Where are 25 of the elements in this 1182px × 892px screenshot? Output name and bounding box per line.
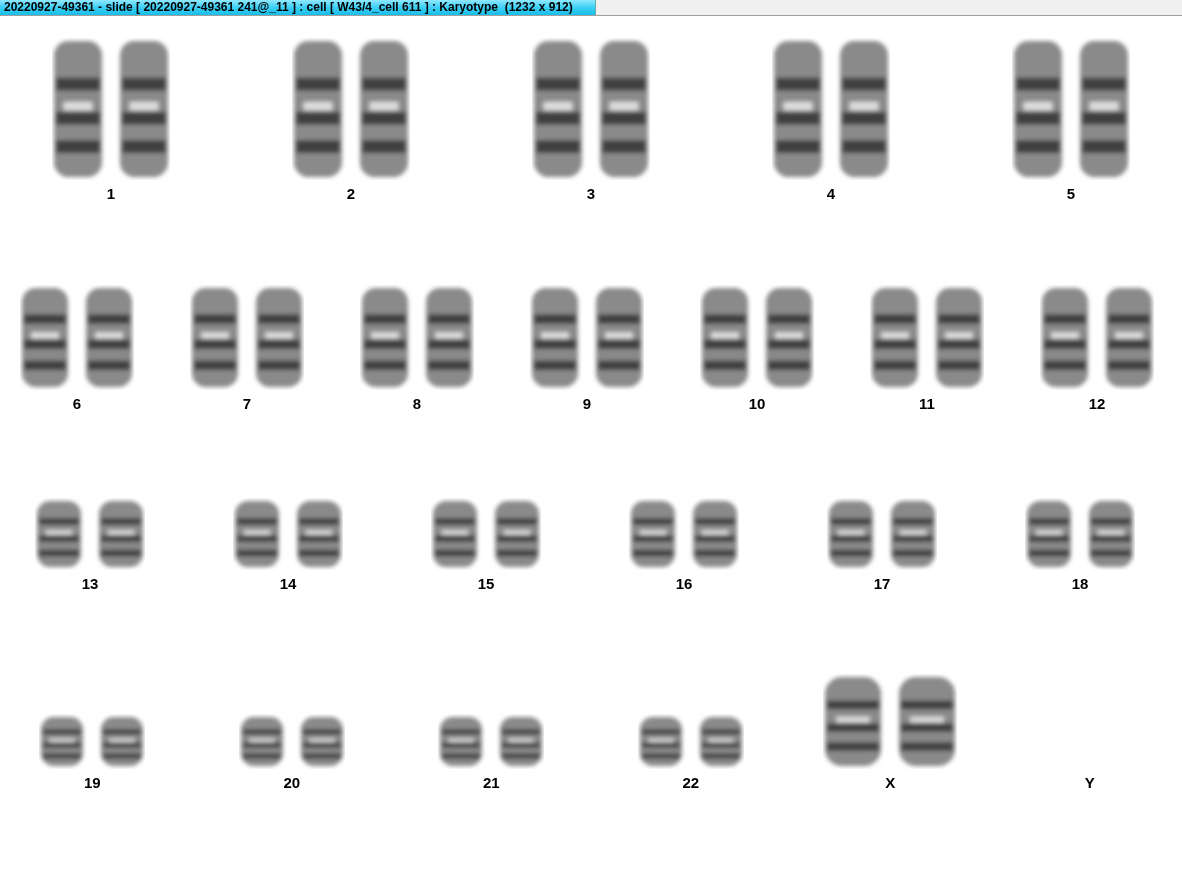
window-title: 20220927-49361 - slide [ 20220927-49361 241@_11 ] : cell [ W43/4_cell 611 ] : Karyotype (1232 x 912)	[0, 0, 596, 15]
chromosome-label: 14	[279, 576, 297, 592]
chromosome-label: 8	[412, 396, 422, 412]
chromosome-label: 16	[675, 576, 693, 592]
chromosome-label: 18	[1071, 576, 1089, 592]
chromosome-label: 6	[72, 396, 82, 412]
chromosome-label: 5	[1066, 186, 1076, 202]
chromosome-label: 1	[106, 186, 116, 202]
chromosome-label: 12	[1088, 396, 1106, 412]
chromosome-label: 20	[283, 775, 301, 791]
chromosome-label: 7	[242, 396, 252, 412]
chromosome-label: 10	[748, 396, 766, 412]
chromosome-label: 9	[582, 396, 592, 412]
chromosome-label: X	[885, 775, 896, 791]
chromosome-label: 4	[826, 186, 836, 202]
chromosome-label: 19	[83, 775, 101, 791]
chromosome-label: 11	[919, 396, 935, 412]
chromosome-label: 13	[81, 576, 99, 592]
chromosome-label: Y	[1084, 775, 1095, 791]
chromosome-label: 2	[346, 186, 356, 202]
chromosome-label: 22	[682, 775, 700, 791]
chromosome-label: 21	[482, 775, 500, 791]
chromosome-label: 17	[873, 576, 891, 592]
chromosome-label: 3	[586, 186, 596, 202]
chromosome-label: 15	[477, 576, 495, 592]
